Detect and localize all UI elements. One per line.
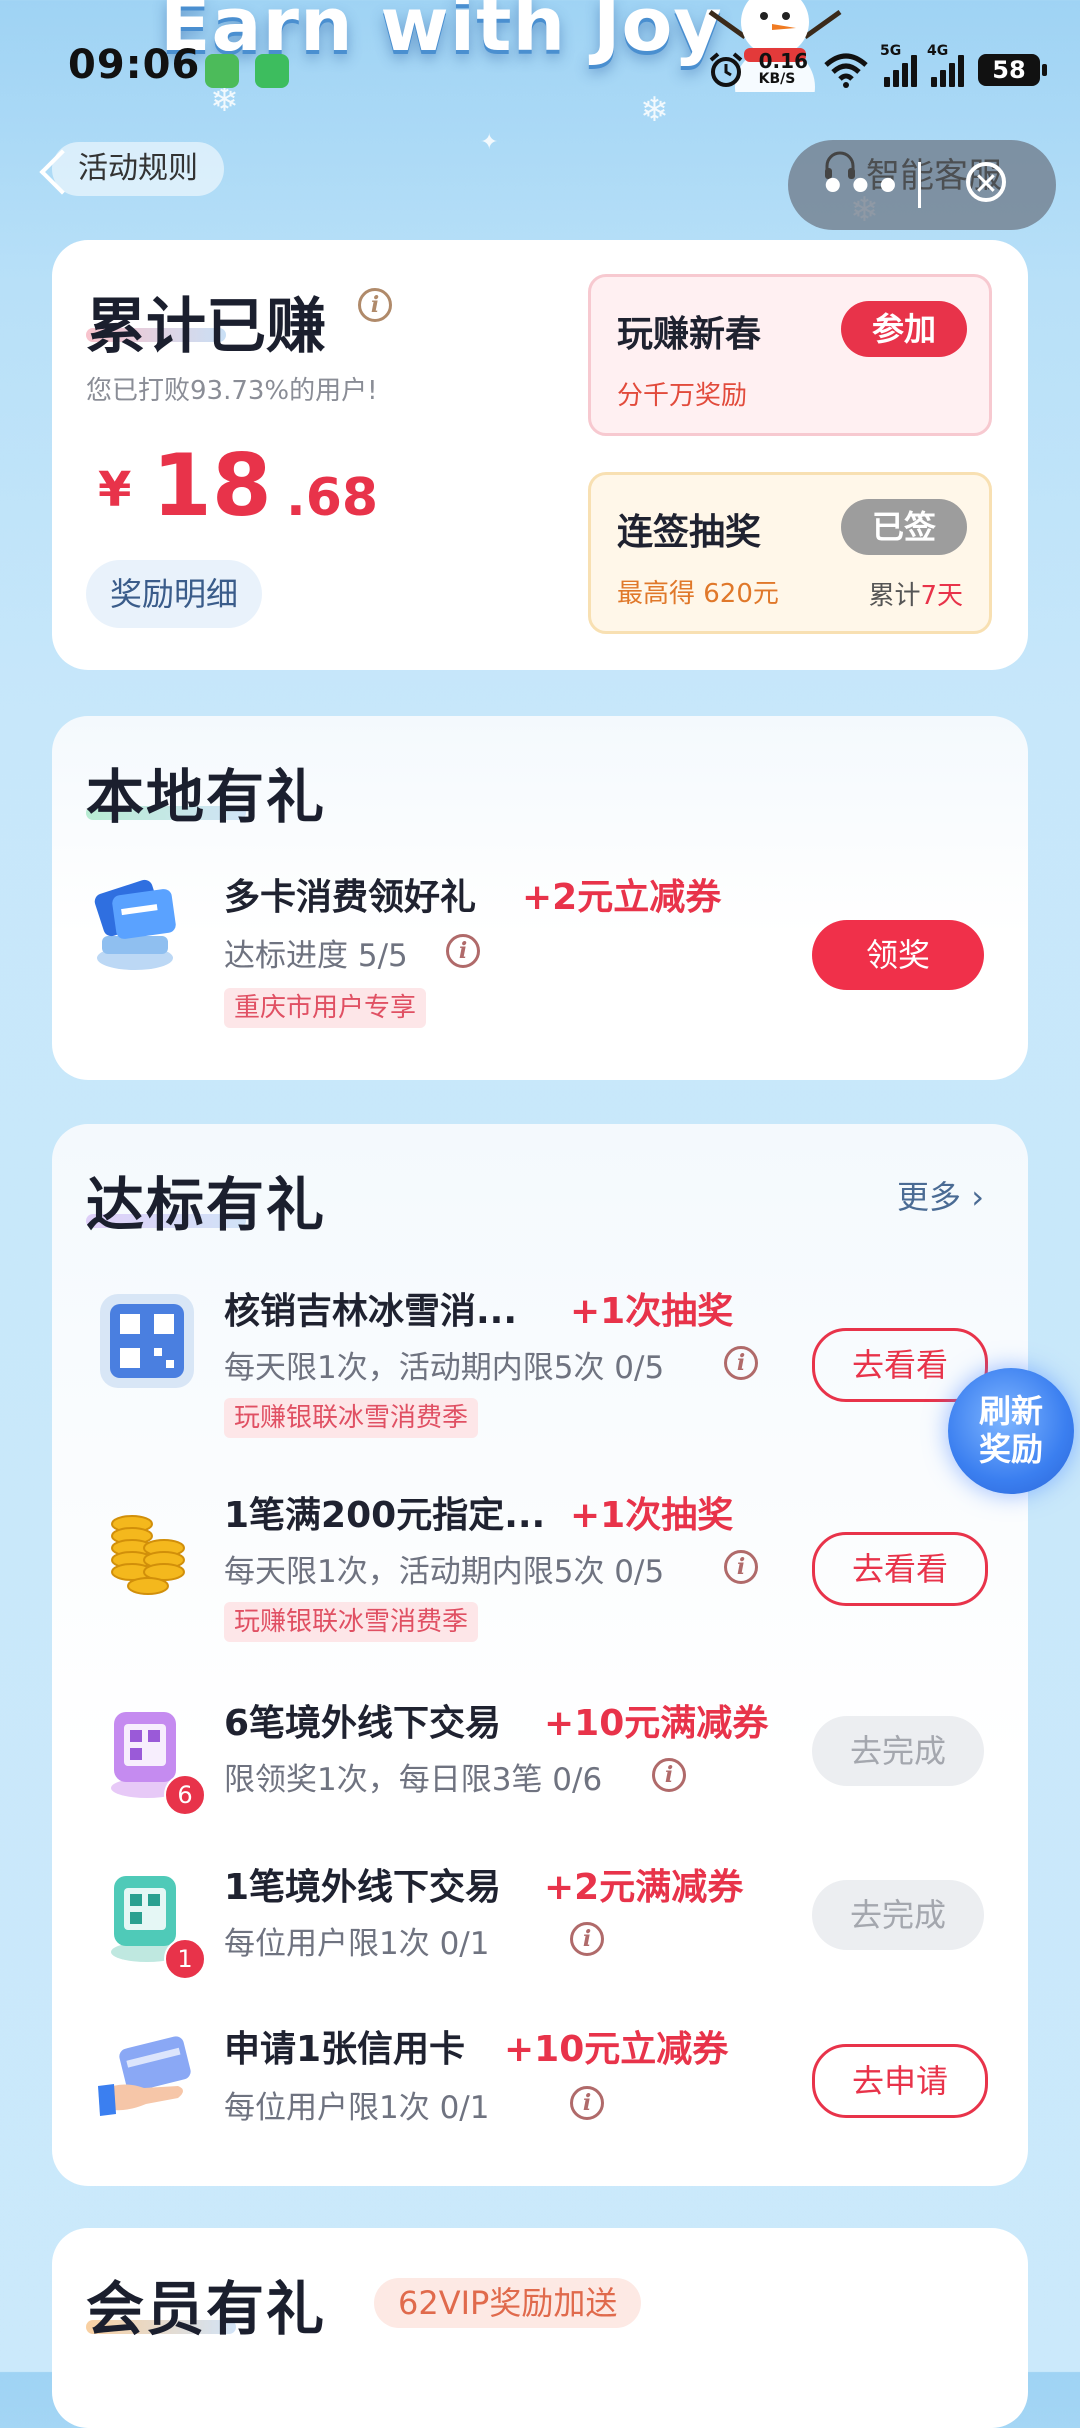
checkin-lottery-promo[interactable]: 连签抽奖 最高得 620元 已签 累计7天 — [588, 472, 992, 634]
promo-subtitle: 最高得 620元 — [617, 579, 779, 609]
security-app-icon — [255, 54, 289, 88]
amount-decimal: .68 — [286, 468, 379, 528]
earnings-title: 累计已赚 — [86, 292, 326, 362]
close-icon[interactable]: ✕ — [966, 162, 1006, 202]
battery-icon: 58 — [978, 54, 1047, 86]
snowflake-icon: ❄ — [640, 90, 669, 130]
task-progress: 达标进度 5/5 — [224, 938, 408, 974]
view-button[interactable]: 去看看 — [812, 1532, 988, 1606]
qr-code-icon — [100, 1294, 194, 1388]
cumulative-days-value: 7天 — [920, 581, 963, 611]
complete-button[interactable]: 去完成 — [812, 1880, 984, 1950]
cumulative-days: 累计7天 — [868, 575, 963, 612]
beat-percentage-text: 您已打败93.73%的用户! — [86, 376, 378, 406]
info-icon[interactable]: i — [724, 1550, 758, 1584]
count-badge: 6 — [164, 1774, 206, 1816]
capsule-divider — [918, 162, 921, 208]
standard-gifts-card: 达标有礼 更多 › 核销吉林冰雪消... +1次抽奖 每天限1次，活动期内限5次… — [52, 1124, 1028, 2186]
net-unit: KB/S — [758, 71, 796, 87]
task-reward: +2元立减券 — [522, 877, 722, 918]
count-badge: 1 — [164, 1938, 206, 1980]
signal-icon: 4G — [927, 43, 964, 87]
more-link[interactable]: 更多 › — [897, 1172, 984, 1218]
more-menu-button[interactable]: ••• — [820, 164, 903, 210]
info-icon[interactable]: i — [570, 2086, 604, 2120]
info-icon[interactable]: i — [724, 1346, 758, 1380]
hero-title: Earn with Joy — [160, 0, 723, 68]
wifi-icon — [824, 53, 868, 88]
refresh-rewards-button[interactable]: 刷新 奖励 — [948, 1368, 1074, 1494]
task-title: 1笔满200元指定... — [224, 1495, 546, 1536]
campaign-tag: 玩赚银联冰雪消费季 — [224, 1602, 479, 1642]
task-reward: +10元立减券 — [504, 2029, 729, 2070]
promo-subtitle: 分千万奖励 — [617, 381, 748, 411]
info-icon[interactable]: i — [570, 1922, 604, 1956]
signal-type-label: 5G — [880, 43, 902, 59]
task-limit: 每天限1次，活动期内限5次 0/5 — [224, 1554, 665, 1590]
cumulative-prefix: 累计 — [868, 581, 921, 611]
refresh-label-line1: 刷新 — [978, 1392, 1043, 1430]
credit-card-hand-icon — [98, 2036, 191, 2116]
signal-icon: 5G — [880, 43, 917, 87]
promo-title: 连签抽奖 — [617, 512, 762, 553]
section-title: 达标有礼 — [86, 1171, 327, 1239]
campaign-tag: 玩赚银联冰雪消费季 — [224, 1398, 479, 1438]
local-gifts-card: 本地有礼 多卡消费领好礼 +2元立减券 达标进度 5/5 i 重庆市用户专享 领… — [52, 716, 1028, 1080]
status-icons: 0.16 KB/S 5G 4G 58 — [707, 43, 1047, 92]
task-reward: +2元满减券 — [544, 1867, 744, 1908]
info-icon[interactable]: i — [358, 288, 392, 322]
task-limit: 限领奖1次，每日限3笔 0/6 — [224, 1762, 603, 1798]
coins-icon — [111, 1515, 185, 1595]
task-title: 多卡消费领好礼 — [224, 877, 477, 918]
complete-button[interactable]: 去完成 — [812, 1716, 984, 1786]
info-icon[interactable]: i — [446, 934, 480, 968]
vip-bonus-tag: 62VIP奖励加送 — [374, 2278, 642, 2328]
apply-button[interactable]: 去申请 — [812, 2044, 988, 2118]
promo-title: 玩赚新春 — [617, 314, 762, 355]
region-tag: 重庆市用户专享 — [224, 988, 427, 1028]
task-limit: 每天限1次，活动期内限5次 0/5 — [224, 1350, 665, 1386]
task-reward: +10元满减券 — [544, 1703, 769, 1744]
task-limit: 每位用户限1次 0/1 — [224, 2090, 490, 2126]
task-title: 申请1张信用卡 — [224, 2029, 466, 2070]
message-app-icon — [205, 54, 239, 88]
task-title: 1笔境外线下交易 — [224, 1867, 502, 1908]
status-time: 09:06 — [68, 42, 201, 88]
member-gifts-card: 会员有礼 62VIP奖励加送 — [52, 2228, 1028, 2428]
refresh-label-line2: 奖励 — [978, 1430, 1043, 1468]
alarm-icon — [709, 52, 742, 87]
section-title: 本地有礼 — [86, 763, 327, 831]
task-title: 核销吉林冰雪消... — [224, 1291, 518, 1332]
snowflake-icon: ✦ — [480, 130, 499, 155]
task-reward: +1次抽奖 — [570, 1495, 734, 1536]
task-title: 6笔境外线下交易 — [224, 1703, 502, 1744]
task-limit: 每位用户限1次 0/1 — [224, 1926, 490, 1962]
task-reward: +1次抽奖 — [570, 1291, 734, 1332]
claim-reward-button[interactable]: 领奖 — [812, 920, 984, 990]
signed-button[interactable]: 已签 — [841, 499, 967, 555]
spring-festival-promo[interactable]: 玩赚新春 分千万奖励 参加 — [588, 274, 992, 436]
signal-type-label: 4G — [927, 43, 949, 59]
info-icon[interactable]: i — [652, 1758, 686, 1792]
reward-detail-button[interactable]: 奖励明细 — [86, 560, 263, 628]
net-speed: 0.16 — [758, 49, 808, 73]
amount-integer: 18 — [152, 436, 272, 536]
currency-symbol: ¥ — [98, 462, 132, 518]
cards-icon — [94, 879, 176, 970]
section-title: 会员有礼 — [86, 2275, 327, 2343]
earnings-card: 累计已赚 i 您已打败93.73%的用户! ¥ 18 .68 奖励明细 玩赚新春… — [52, 240, 1028, 670]
join-button[interactable]: 参加 — [841, 301, 967, 357]
